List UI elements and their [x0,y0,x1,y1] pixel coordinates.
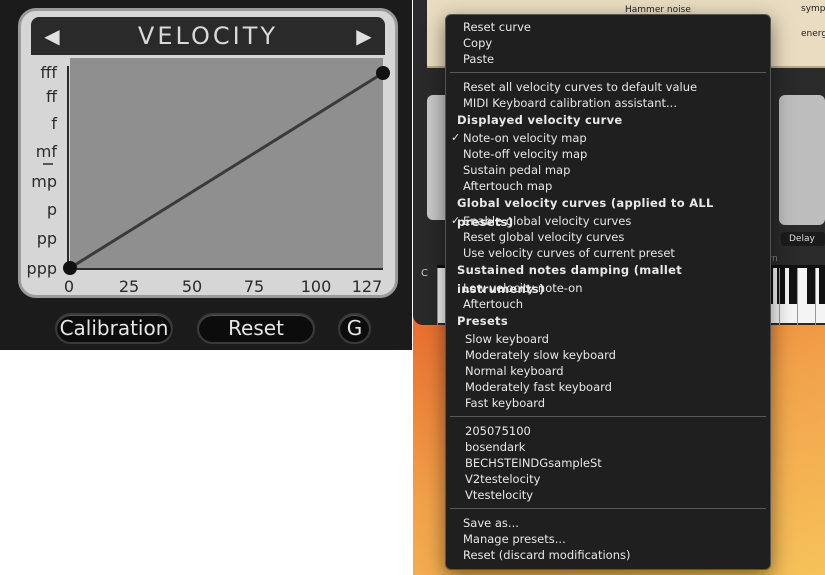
menu-item-midi-calibration[interactable]: MIDI Keyboard calibration assistant... [446,95,770,111]
menu-item-user-preset[interactable]: bosendark [446,439,770,455]
menu-header-global: Global velocity curves (applied to ALL p… [457,196,714,229]
menu-item-save-as[interactable]: Save as... [446,515,770,531]
menu-item-note-on[interactable]: ✓ Note-on velocity map [446,130,770,146]
y-tick-label: mf [36,142,58,161]
white-key-divider [797,268,798,326]
arrow-right-icon[interactable]: ▶ [353,25,375,47]
x-tick-label: 50 [182,277,202,295]
menu-item-copy[interactable]: Copy [446,35,770,51]
y-tick-label: ppp [27,259,57,278]
menu-item-reset-global[interactable]: Reset global velocity curves [446,229,770,245]
calibration-button[interactable]: Calibration [55,313,173,344]
menu-item-reset-curve[interactable]: Reset curve [446,19,770,35]
x-tick-label: 75 [244,277,264,295]
menu-item-user-preset[interactable]: Vtestelocity [446,487,770,503]
white-key-divider [779,268,780,326]
right-button-panel [779,95,825,225]
menu-separator [450,416,766,417]
menu-item-label: Note-on velocity map [463,131,587,145]
black-key[interactable] [807,268,815,304]
menu-item-aftertouch-map[interactable]: Aftertouch map [446,178,770,194]
x-tick-label: 100 [301,277,332,295]
g-button[interactable]: G [338,313,371,344]
menu-separator [450,508,766,509]
curve-handle-start[interactable] [63,261,77,275]
menu-item-use-current[interactable]: Use velocity curves of current preset [446,245,770,261]
velocity-header: VELOCITY ◀ ▶ [31,17,385,55]
menu-item-paste[interactable]: Paste [446,51,770,67]
symp-label: symp. [801,4,825,14]
x-tick-label: 25 [119,277,139,295]
white-key-divider [815,268,816,326]
menu-item-user-preset[interactable]: V2testelocity [446,471,770,487]
y-tick-label: mp [31,172,57,191]
keyboard-c-label: C [421,268,428,279]
menu-item-sustain[interactable]: Sustain pedal map [446,162,770,178]
checkmark-icon: ✓ [451,131,461,144]
menu-item-reset-discard[interactable]: Reset (discard modifications) [446,547,770,563]
reset-button[interactable]: Reset [197,313,315,344]
y-tick-label: ff [46,87,58,106]
velocity-title: VELOCITY [137,22,279,50]
white-key-divider [437,268,438,326]
x-tick-label: 127 [352,277,383,295]
menu-item-manage-presets[interactable]: Manage presets... [446,531,770,547]
menu-item-preset-mod-slow[interactable]: Moderately slow keyboard [446,347,770,363]
energy-label: energy [801,29,825,39]
menu-header-sustained: Sustained notes damping (mallet instrume… [457,263,683,296]
y-tick-label: pp [37,229,57,248]
menu-item-label: Enable global velocity curves [463,214,632,228]
menu-item-note-off[interactable]: Note-off velocity map [446,146,770,162]
menu-item-user-preset[interactable]: 205075100 [446,423,770,439]
menu-item-aftertouch[interactable]: Aftertouch [446,296,770,312]
checkmark-icon: ✓ [451,214,461,227]
velocity-panel: fff ff f mf mp p pp ppp 0 25 50 75 100 127 VELOCITY ◀… [0,0,412,350]
curve-handle-end[interactable] [376,66,390,80]
menu-item-reset-all[interactable]: Reset all velocity curves to default val… [446,79,770,95]
menu-item-preset-slow[interactable]: Slow keyboard [446,331,770,347]
arrow-left-icon[interactable]: ◀ [41,25,63,47]
menu-item-preset-normal[interactable]: Normal keyboard [446,363,770,379]
menu-item-low-velocity[interactable]: Low velocity note-on [446,280,770,296]
delay-label: Delay [781,232,825,246]
menu-item-user-preset[interactable]: BECHSTEINDGsampleSt [446,455,770,471]
velocity-frame: fff ff f mf mp p pp ppp 0 25 50 75 100 127 VELOCITY ◀… [18,8,398,298]
menu-item-enable-global[interactable]: ✓ Enable global velocity curves [446,213,770,229]
y-tick-label: f [51,114,57,133]
menu-separator [450,72,766,73]
y-tick-label: fff [40,63,57,82]
menu-header-displayed: Displayed velocity curve [457,113,623,127]
black-key[interactable] [789,268,797,304]
menu-header-presets: Presets [457,314,508,328]
menu-item-preset-mod-fast[interactable]: Moderately fast keyboard [446,379,770,395]
y-tick-label: p [47,200,57,219]
black-key[interactable] [819,268,825,304]
x-tick-label: 0 [64,277,74,295]
menu-item-preset-fast[interactable]: Fast keyboard [446,395,770,411]
context-menu: Reset curve Copy Paste Reset all velocit… [445,14,771,570]
